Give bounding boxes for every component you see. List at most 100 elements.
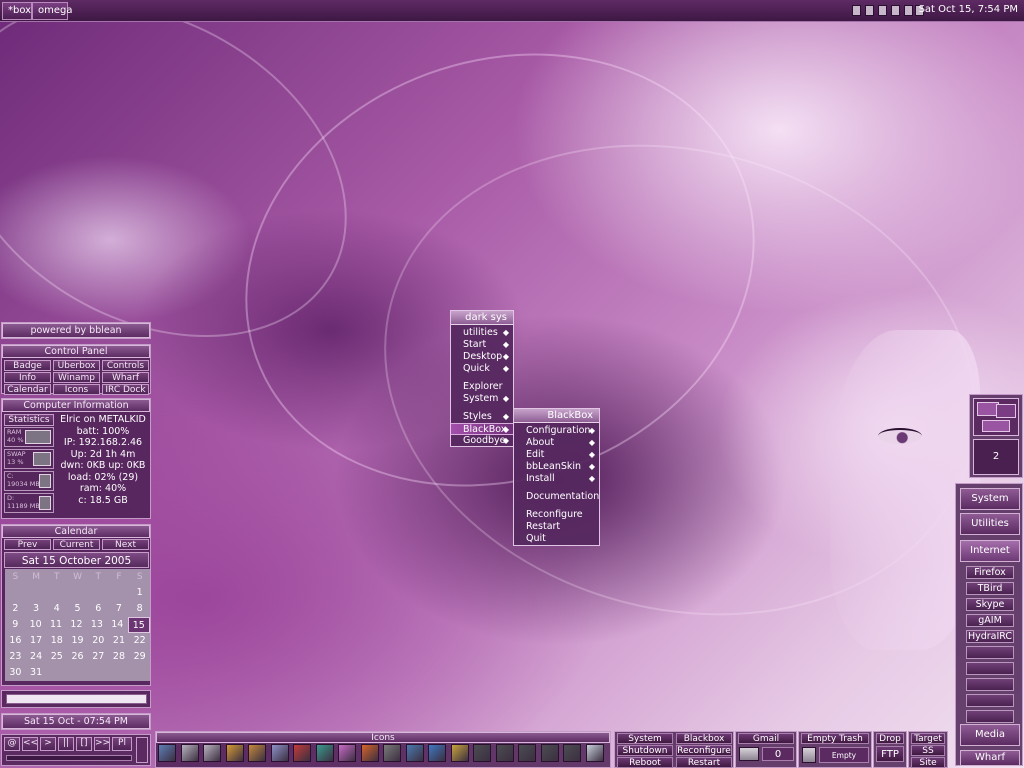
calendar-day[interactable]: 13 — [87, 617, 107, 633]
site-button[interactable]: Site — [911, 757, 945, 768]
dock-launcher-firefox[interactable]: Firefox — [966, 566, 1014, 579]
calendar-day[interactable]: 27 — [88, 649, 109, 665]
pause-button[interactable]: || — [58, 737, 74, 751]
menu-item-quit[interactable]: Quit — [514, 533, 599, 545]
menu-item-restart[interactable]: Restart — [514, 521, 599, 533]
menu-item-install[interactable]: Install ◆ — [514, 473, 599, 485]
calendar-prev-button[interactable]: Prev — [4, 539, 51, 550]
messenger-icon[interactable] — [878, 5, 887, 16]
dock-empty-slot[interactable] — [966, 694, 1014, 707]
calendar-day[interactable]: 18 — [46, 633, 67, 649]
calendar-day[interactable]: 29 — [129, 649, 150, 665]
firefox-icon[interactable] — [360, 744, 379, 762]
menu-item-edit[interactable]: Edit ◆ — [514, 449, 599, 461]
gmail-label[interactable]: Gmail — [738, 733, 794, 744]
palette-icon[interactable] — [338, 744, 356, 762]
cp-button-calendar[interactable]: Calendar — [4, 384, 51, 395]
document-icon[interactable] — [270, 744, 289, 762]
dock-utilities-button[interactable]: Utilities — [960, 513, 1020, 535]
printer-icon[interactable] — [203, 744, 221, 762]
menu-item-bbleanskin[interactable]: bbLeanSkin ◆ — [514, 461, 599, 473]
calendar-day[interactable]: 28 — [109, 649, 130, 665]
cube-icon[interactable] — [518, 744, 536, 762]
calendar-day[interactable]: 12 — [66, 617, 86, 633]
menu-item-documentation[interactable]: Documentation — [514, 491, 599, 503]
prev-track-button[interactable]: << — [22, 737, 38, 751]
calendar-day[interactable]: 22 — [129, 633, 150, 649]
calendar-day[interactable]: 23 — [5, 649, 26, 665]
calendar-day[interactable]: 26 — [67, 649, 88, 665]
dock-launcher-tbird[interactable]: TBird — [966, 582, 1014, 595]
reconfigure-button[interactable]: Reconfigure — [676, 745, 732, 756]
reboot-button[interactable]: Reboot — [617, 757, 673, 768]
menu-item-about[interactable]: About ◆ — [514, 437, 599, 449]
network-icon[interactable] — [852, 5, 861, 16]
drop-button[interactable]: Drop — [876, 733, 904, 744]
calendar-day[interactable]: 5 — [67, 601, 88, 617]
dock-empty-slot[interactable] — [966, 710, 1014, 723]
screenshot-button[interactable]: SS — [911, 745, 945, 756]
cp-button-controls[interactable]: Controls — [102, 360, 149, 371]
disk-icon[interactable] — [158, 744, 176, 762]
calendar-next-button[interactable]: Next — [102, 539, 149, 550]
cp-button-badge[interactable]: Badge — [4, 360, 51, 371]
cp-button-wharf[interactable]: Wharf — [102, 372, 149, 383]
cube-icon[interactable] — [473, 744, 491, 762]
menu-item-quick[interactable]: Quick ◆ — [451, 363, 513, 375]
cp-button-uberbox[interactable]: Uberbox — [53, 360, 100, 371]
playlist-button[interactable]: Pl — [112, 737, 132, 751]
seek-bar[interactable] — [6, 755, 132, 761]
calendar-day[interactable]: 31 — [26, 665, 47, 681]
dock-empty-slot[interactable] — [966, 678, 1014, 691]
volume-icon[interactable] — [865, 5, 874, 16]
screen-icon[interactable] — [315, 744, 334, 762]
calendar-day[interactable]: 7 — [109, 601, 130, 617]
cp-button-winamp[interactable]: Winamp — [53, 372, 100, 383]
empty-trash-button[interactable]: Empty Trash — [801, 733, 869, 744]
mail-icon[interactable] — [739, 747, 759, 761]
dock-launcher-hydrairc[interactable]: HydraIRC — [966, 630, 1014, 643]
blackbox-button[interactable]: Blackbox — [676, 733, 732, 744]
cp-button-icons[interactable]: Icons — [53, 384, 100, 395]
dock-launcher-skype[interactable]: Skype — [966, 598, 1014, 611]
workspace-tab[interactable]: *box — [2, 2, 32, 20]
hand-icon[interactable] — [225, 744, 244, 762]
pager-desktop-1[interactable] — [973, 398, 1019, 436]
shield-icon[interactable] — [293, 744, 311, 762]
cube-icon[interactable] — [563, 744, 581, 762]
next-track-button[interactable]: >> — [94, 737, 110, 751]
menu-item-explorer[interactable]: Explorer — [451, 381, 513, 393]
clock[interactable]: Sat Oct 15, 7:54 PM — [919, 4, 1018, 15]
calendar-day[interactable]: 17 — [26, 633, 47, 649]
calendar-day[interactable]: 30 — [5, 665, 26, 681]
calendar-day[interactable]: 15 — [127, 617, 150, 633]
calendar-day[interactable]: 16 — [5, 633, 26, 649]
calendar-day[interactable]: 25 — [46, 649, 67, 665]
shutdown-button[interactable]: Shutdown — [617, 745, 673, 756]
dock-empty-slot[interactable] — [966, 646, 1014, 659]
pager-desktop-2[interactable]: 2 — [973, 439, 1019, 475]
dock-launcher-gaim[interactable]: gAIM — [966, 614, 1014, 627]
calendar-day[interactable]: 8 — [129, 601, 150, 617]
menu-item-configuration[interactable]: Configuration ◆ — [514, 425, 599, 437]
calendar-day[interactable]: 14 — [107, 617, 127, 633]
hardware-icon[interactable] — [891, 5, 900, 16]
statistics-button[interactable]: Statistics — [4, 414, 54, 426]
monitor-icon[interactable] — [904, 5, 913, 16]
menu-item-blackbox[interactable]: BlackBox ◆ — [451, 423, 513, 435]
dock-wharf-button[interactable]: Wharf — [960, 750, 1020, 766]
cp-button-info[interactable]: Info — [4, 372, 51, 383]
knife-icon[interactable] — [383, 744, 401, 762]
calendar-day[interactable]: 1 — [129, 585, 150, 601]
command-input[interactable] — [6, 694, 147, 704]
dock-media-button[interactable]: Media — [960, 724, 1020, 746]
drive-icon[interactable] — [180, 744, 199, 762]
menu-item-reconfigure[interactable]: Reconfigure — [514, 509, 599, 521]
calendar-day[interactable]: 24 — [26, 649, 47, 665]
system-button[interactable]: System — [617, 733, 673, 744]
dock-internet-button[interactable]: Internet — [960, 540, 1020, 562]
calendar-current-button[interactable]: Current — [53, 539, 100, 550]
globe-icon[interactable] — [428, 744, 446, 762]
menu-item-desktop[interactable]: Desktop ◆ — [451, 351, 513, 363]
menu-item-goodbye[interactable]: Goodbye ◆ — [451, 435, 513, 447]
